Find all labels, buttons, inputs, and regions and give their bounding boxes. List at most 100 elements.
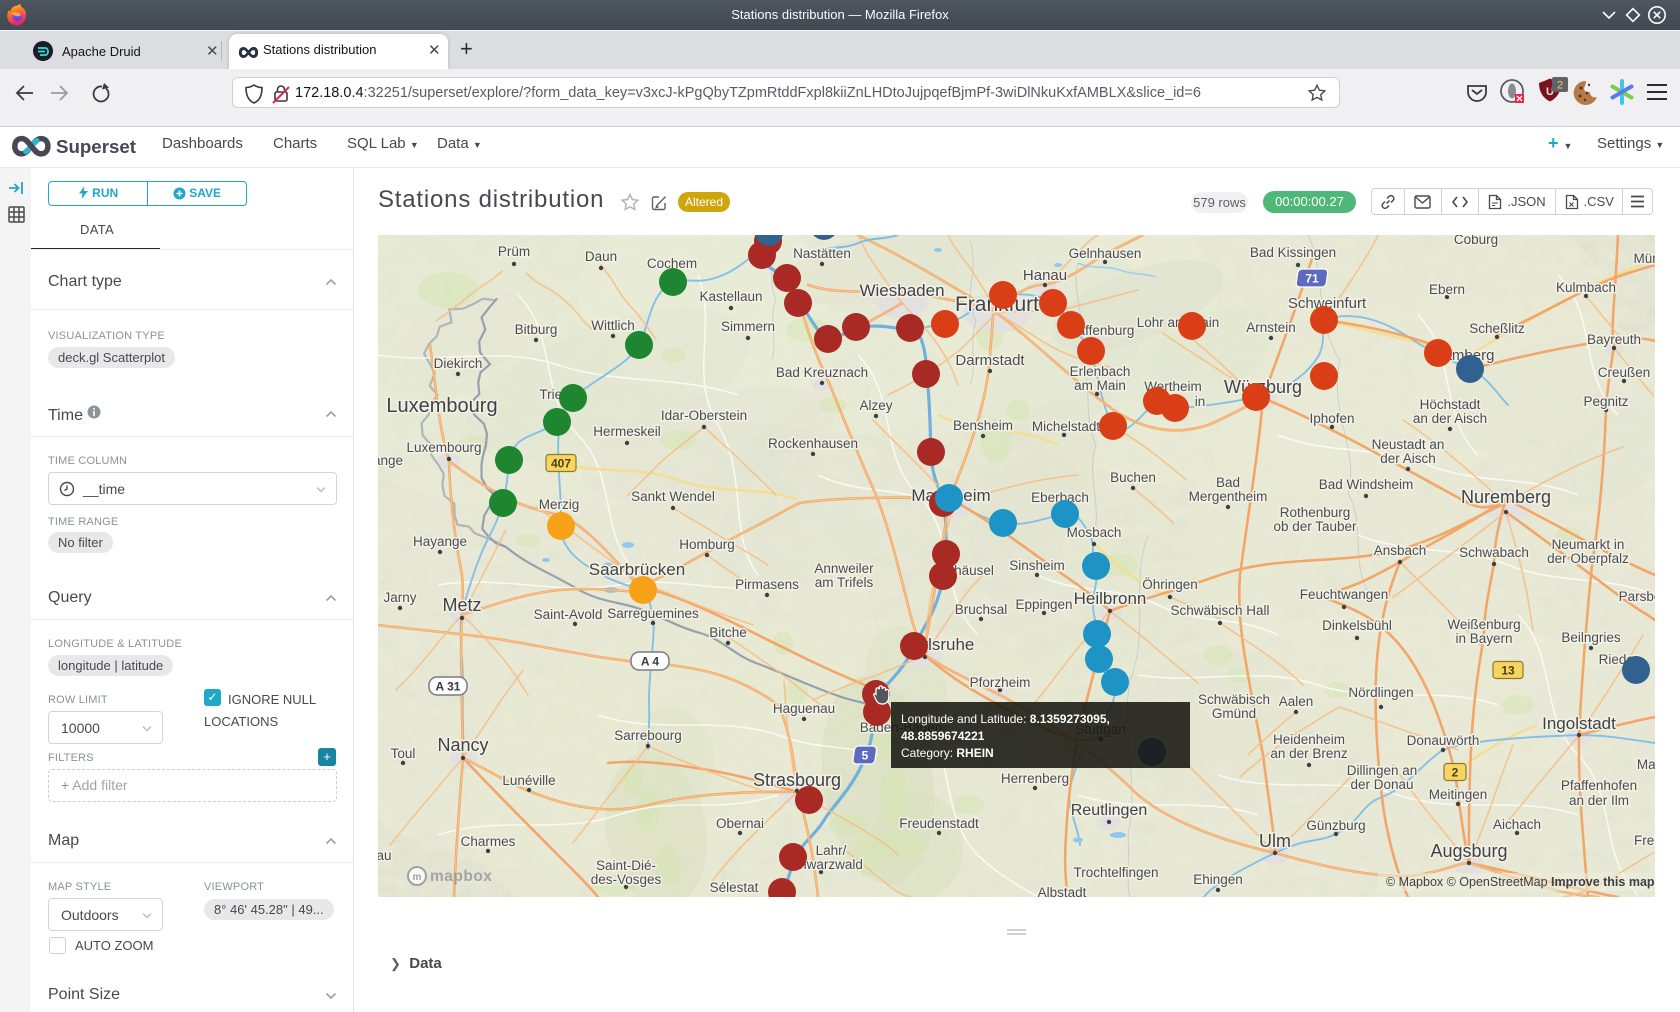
svg-text:Ebern: Ebern <box>1429 282 1465 297</box>
svg-text:Bensheim: Bensheim <box>953 418 1013 433</box>
svg-text:Diekirch: Diekirch <box>434 356 483 371</box>
svg-text:Mergentheim: Mergentheim <box>1189 489 1268 504</box>
svg-text:2: 2 <box>1557 80 1563 92</box>
svg-text:Erlenbach: Erlenbach <box>1070 364 1131 379</box>
svg-text:Buchen: Buchen <box>1110 470 1156 485</box>
svg-text:Nastätten: Nastätten <box>793 246 851 261</box>
svg-text:der Aisch: der Aisch <box>1380 451 1436 466</box>
svg-text:Sélestat: Sélestat <box>710 880 759 895</box>
svg-text:Weißenburg: Weißenburg <box>1447 617 1520 632</box>
svg-text:13: 13 <box>1501 664 1515 678</box>
svg-text:Hanau: Hanau <box>1023 267 1067 284</box>
svg-text:Pfaffenhofen: Pfaffenhofen <box>1561 778 1637 793</box>
svg-text:Bayreuth: Bayreuth <box>1587 332 1641 347</box>
svg-text:Merzig: Merzig <box>539 497 580 512</box>
svg-text:Sinsheim: Sinsheim <box>1009 558 1065 573</box>
svg-text:Heilbronn: Heilbronn <box>1074 589 1147 608</box>
svg-text:71: 71 <box>1305 272 1319 286</box>
svg-text:Sankt Wendel: Sankt Wendel <box>631 489 715 504</box>
svg-text:Kulmbach: Kulmbach <box>1556 280 1616 295</box>
svg-text:Coburg: Coburg <box>1454 235 1498 247</box>
svg-text:Luxembourg: Luxembourg <box>406 440 481 455</box>
svg-text:Münc: Münc <box>1633 251 1655 266</box>
svg-text:© Mapbox © OpenStreetMap Impro: © Mapbox © OpenStreetMap Improve this ma… <box>1386 875 1655 889</box>
svg-text:A 4: A 4 <box>641 655 660 669</box>
svg-text:Bitburg: Bitburg <box>515 322 558 337</box>
svg-text:2: 2 <box>1452 766 1459 780</box>
svg-text:häusel: häusel <box>954 563 994 578</box>
svg-text:Trochtelfingen: Trochtelfingen <box>1073 865 1158 880</box>
svg-text:Scheßlitz: Scheßlitz <box>1469 321 1525 336</box>
svg-text:Dillingen an: Dillingen an <box>1347 763 1418 778</box>
svg-text:Schwäbisch: Schwäbisch <box>1198 692 1270 707</box>
svg-text:Prüm: Prüm <box>498 244 530 259</box>
svg-text:Hermeskeil: Hermeskeil <box>593 424 661 439</box>
svg-text:Alzey: Alzey <box>859 398 892 413</box>
svg-text:Pforzheim: Pforzheim <box>970 675 1031 690</box>
svg-text:der Oberpfalz: der Oberpfalz <box>1547 551 1629 566</box>
svg-text:Metz: Metz <box>442 595 481 615</box>
svg-text:hwarzwald: hwarzwald <box>799 857 863 872</box>
svg-text:Sarrebourg: Sarrebourg <box>614 728 682 743</box>
svg-text:Meitingen: Meitingen <box>1429 787 1488 802</box>
svg-text:Ansbach: Ansbach <box>1374 543 1427 558</box>
svg-text:Obernai: Obernai <box>716 816 764 831</box>
svg-text:Superset: Superset <box>56 136 136 157</box>
svg-text:Homburg: Homburg <box>679 537 735 552</box>
svg-text:Toul: Toul <box>391 746 416 761</box>
svg-text:Bad Windsheim: Bad Windsheim <box>1319 477 1414 492</box>
svg-text:Beilngries: Beilngries <box>1561 630 1621 645</box>
svg-text:Wittlich: Wittlich <box>591 318 635 333</box>
svg-text:Saint-Dié-: Saint-Dié- <box>596 858 656 873</box>
svg-text:Eppingen: Eppingen <box>1015 597 1072 612</box>
svg-text:Pirmasens: Pirmasens <box>735 577 799 592</box>
svg-text:Bad Kissingen: Bad Kissingen <box>1250 245 1336 260</box>
svg-text:Dinkelsbühl: Dinkelsbühl <box>1322 618 1392 633</box>
svg-text:Arnstein: Arnstein <box>1246 320 1296 335</box>
svg-text:am Main: am Main <box>1074 378 1126 393</box>
svg-text:Parsbe: Parsbe <box>1619 589 1655 604</box>
svg-text:5: 5 <box>862 749 869 763</box>
svg-text:Lunéville: Lunéville <box>502 773 555 788</box>
svg-text:ange: ange <box>378 453 403 468</box>
svg-text:Augsburg: Augsburg <box>1430 841 1507 861</box>
svg-text:Annweiler: Annweiler <box>814 561 874 576</box>
svg-text:Darmstadt: Darmstadt <box>955 352 1025 369</box>
svg-text:an der Ilm: an der Ilm <box>1569 793 1629 808</box>
svg-text:Albstadt: Albstadt <box>1038 885 1087 897</box>
svg-text:Neumarkt in: Neumarkt in <box>1552 537 1625 552</box>
svg-text:Luxembourg: Luxembourg <box>386 395 497 417</box>
svg-text:Nancy: Nancy <box>437 735 488 755</box>
svg-text:Bitche: Bitche <box>709 625 747 640</box>
svg-text:Gelnhausen: Gelnhausen <box>1069 246 1142 261</box>
svg-text:Daun: Daun <box>585 249 617 264</box>
svg-text:Aichach: Aichach <box>1493 817 1541 832</box>
svg-text:Reutlingen: Reutlingen <box>1071 802 1148 819</box>
svg-text:Strasbourg: Strasbourg <box>753 770 841 790</box>
svg-text:Iphofen: Iphofen <box>1309 411 1354 426</box>
svg-text:Haguenau: Haguenau <box>773 701 835 716</box>
svg-text:Jarny: Jarny <box>383 590 416 605</box>
svg-text:Donauwörth: Donauwörth <box>1407 733 1480 748</box>
svg-text:ob der Tauber: ob der Tauber <box>1273 519 1357 534</box>
svg-text:Feuchtwangen: Feuchtwangen <box>1300 587 1389 602</box>
svg-text:Herrenberg: Herrenberg <box>1001 771 1069 786</box>
svg-text:Rockenhausen: Rockenhausen <box>768 436 858 451</box>
svg-text:Schwäbisch Hall: Schwäbisch Hall <box>1170 603 1269 618</box>
svg-text:Höchstadt: Höchstadt <box>1420 397 1481 412</box>
svg-text:Bruchsal: Bruchsal <box>955 602 1008 617</box>
svg-text:Lahr/: Lahr/ <box>816 843 847 858</box>
svg-text:Idar-Oberstein: Idar-Oberstein <box>661 408 747 423</box>
svg-text:Mosbach: Mosbach <box>1067 525 1122 540</box>
svg-text:mapbox: mapbox <box>430 868 492 885</box>
svg-text:am Trifels: am Trifels <box>815 575 874 590</box>
svg-text:Bad Kreuznach: Bad Kreuznach <box>776 365 868 380</box>
svg-text:Nördlingen: Nördlingen <box>1348 685 1413 700</box>
svg-text:Günzburg: Günzburg <box>1306 818 1365 833</box>
svg-text:Öhringen: Öhringen <box>1142 577 1198 592</box>
svg-text:Kastellaun: Kastellaun <box>699 289 762 304</box>
svg-text:Bad: Bad <box>1216 475 1240 490</box>
svg-text:Rothenburg: Rothenburg <box>1280 505 1351 520</box>
svg-text:Saarbrücken: Saarbrücken <box>589 560 685 579</box>
svg-text:Gmünd: Gmünd <box>1212 706 1256 721</box>
